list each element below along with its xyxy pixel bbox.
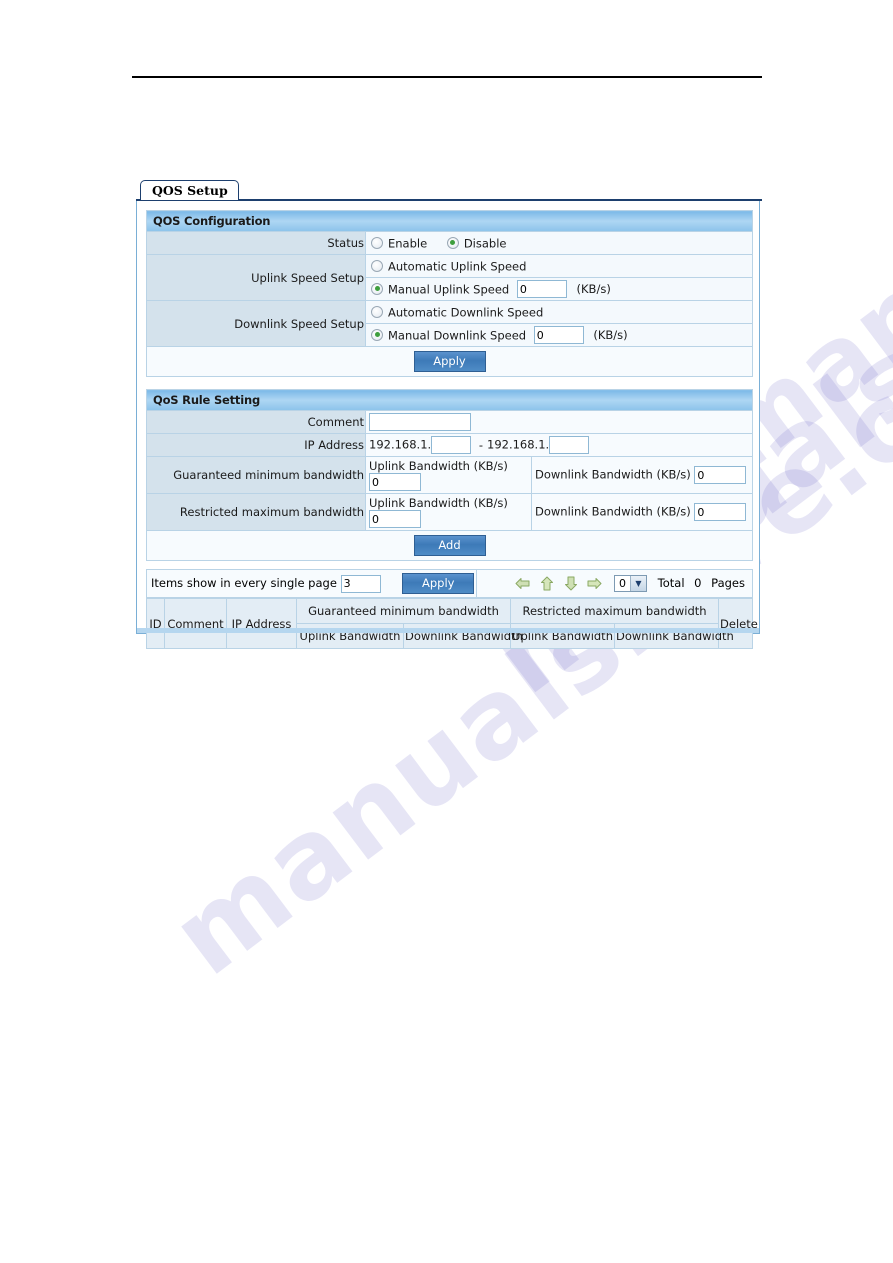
comment-label: Comment [146, 410, 366, 434]
radio-manual-uplink-icon[interactable] [371, 282, 383, 295]
restricted-uplink-label: Uplink Bandwidth (KB/s) [369, 496, 508, 510]
total-pages-value: 0 [694, 576, 702, 590]
radio-manual-downlink-icon[interactable] [371, 328, 383, 341]
status-disable-option[interactable]: Disable [445, 236, 507, 251]
uplink-automatic-label: Automatic Uplink Speed [388, 259, 527, 274]
downlink-auto-row: Automatic Downlink Speed [364, 300, 754, 324]
uplink-speed-setup-label: Uplink Speed Setup [146, 254, 366, 301]
ip-end-prefix: 192.168.1. [487, 437, 550, 452]
col-header-guaranteed-group: Guaranteed minimum bandwidth [295, 598, 512, 624]
qos-configuration-table: QOS Configuration Status Enable Disable … [145, 210, 754, 377]
radio-automatic-downlink-icon[interactable] [371, 305, 383, 318]
status-options: Enable Disable [364, 231, 754, 255]
qos-rule-actions: Add [146, 530, 753, 561]
tab-bar: QOS Setup [136, 180, 762, 201]
guaranteed-min-bandwidth-label: Guaranteed minimum bandwidth [146, 456, 366, 494]
status-enable-label: Enable [388, 236, 428, 251]
restricted-uplink-cell: Uplink Bandwidth (KB/s) [365, 493, 532, 531]
ip-range-separator: - [478, 437, 483, 452]
items-per-page-input[interactable] [340, 574, 381, 593]
guaranteed-downlink-input[interactable] [694, 466, 747, 484]
radio-disable-icon[interactable] [446, 236, 459, 249]
downlink-manual-label: Manual Downlink Speed [388, 328, 527, 343]
status-disable-label: Disable [463, 236, 507, 251]
downlink-manual-option[interactable]: Manual Downlink Speed [369, 328, 527, 343]
page-select[interactable]: 0 ▼ [614, 575, 647, 592]
arrow-up-icon[interactable] [539, 576, 555, 591]
qos-configuration-title: QOS Configuration [145, 210, 754, 232]
arrow-right-icon[interactable] [586, 576, 602, 591]
add-rule-button[interactable]: Add [413, 534, 486, 556]
col-header-ip-address: IP Address [226, 598, 297, 649]
guaranteed-uplink-label: Uplink Bandwidth (KB/s) [369, 459, 508, 473]
col-header-comment: Comment [164, 598, 227, 649]
guaranteed-downlink-cell: Downlink Bandwidth (KB/s) [531, 456, 753, 494]
items-per-page-label: Items show in every single page [151, 576, 337, 590]
restricted-downlink-label: Downlink Bandwidth (KB/s) [535, 504, 691, 519]
downlink-unit-label: (KB/s) [593, 328, 628, 342]
col-header-id: ID [146, 598, 165, 649]
ip-end-input[interactable] [549, 436, 590, 454]
pagination-bar: Items show in every single page Apply [146, 569, 753, 598]
total-label: Total [657, 576, 685, 590]
qos-rule-setting-table: QoS Rule Setting Comment IP Address 192.… [146, 389, 753, 561]
qos-rule-setting-title: QoS Rule Setting [146, 389, 753, 411]
page-navigation-cell: 0 ▼ Total 0 Pages [476, 569, 753, 598]
guaranteed-downlink-label: Downlink Bandwidth (KB/s) [535, 467, 691, 482]
arrow-left-icon[interactable] [515, 576, 531, 591]
restricted-max-bandwidth-label: Restricted maximum bandwidth [146, 493, 366, 531]
downlink-automatic-label: Automatic Downlink Speed [388, 305, 544, 320]
ip-start-prefix: 192.168.1. [369, 437, 432, 452]
apply-paging-button[interactable]: Apply [402, 573, 475, 594]
comment-input[interactable] [369, 413, 471, 431]
uplink-manual-row: Manual Uplink Speed (KB/s) [364, 277, 754, 301]
arrow-down-icon[interactable] [563, 576, 579, 591]
panel-bottom-accent [137, 628, 759, 633]
col-header-restricted-group: Restricted maximum bandwidth [510, 598, 720, 624]
ip-start-input[interactable] [431, 436, 472, 454]
uplink-auto-row: Automatic Uplink Speed [364, 254, 754, 278]
downlink-automatic-option[interactable]: Automatic Downlink Speed [369, 305, 544, 320]
status-enable-option[interactable]: Enable [369, 236, 428, 251]
qos-panel: QOS Configuration Status Enable Disable … [136, 201, 760, 649]
page-select-value: 0 [619, 577, 626, 590]
uplink-manual-label: Manual Uplink Speed [388, 282, 510, 297]
qos-configuration-actions: Apply [145, 346, 754, 377]
comment-field-cell [365, 410, 753, 434]
guaranteed-uplink-input[interactable] [369, 473, 421, 491]
manual-uplink-speed-input[interactable] [516, 280, 567, 298]
pages-label: Pages [711, 576, 745, 590]
downlink-speed-setup-label: Downlink Speed Setup [146, 300, 366, 347]
guaranteed-uplink-cell: Uplink Bandwidth (KB/s) [365, 456, 532, 494]
uplink-unit-label: (KB/s) [576, 282, 611, 296]
status-label: Status [146, 231, 366, 255]
header-divider [132, 76, 762, 78]
restricted-downlink-cell: Downlink Bandwidth (KB/s) [531, 493, 753, 531]
radio-enable-icon[interactable] [371, 236, 383, 249]
tab-qos-setup[interactable]: QOS Setup [140, 180, 239, 200]
uplink-automatic-option[interactable]: Automatic Uplink Speed [369, 259, 527, 274]
ip-address-field-cell: 192.168.1. -192.168.1. [365, 433, 753, 457]
manual-downlink-speed-input[interactable] [533, 326, 584, 344]
qos-rules-grid: ID Comment IP Address Guaranteed minimum… [146, 598, 758, 649]
restricted-uplink-input[interactable] [369, 510, 421, 528]
restricted-downlink-input[interactable] [694, 503, 747, 521]
uplink-manual-option[interactable]: Manual Uplink Speed [369, 282, 510, 297]
apply-config-button[interactable]: Apply [413, 350, 486, 372]
ip-address-label: IP Address [146, 433, 366, 457]
radio-automatic-uplink-icon[interactable] [371, 259, 383, 272]
chevron-down-icon[interactable]: ▼ [630, 576, 646, 591]
downlink-manual-row: Manual Downlink Speed (KB/s) [364, 323, 754, 347]
items-per-page-cell: Items show in every single page Apply [146, 569, 477, 598]
